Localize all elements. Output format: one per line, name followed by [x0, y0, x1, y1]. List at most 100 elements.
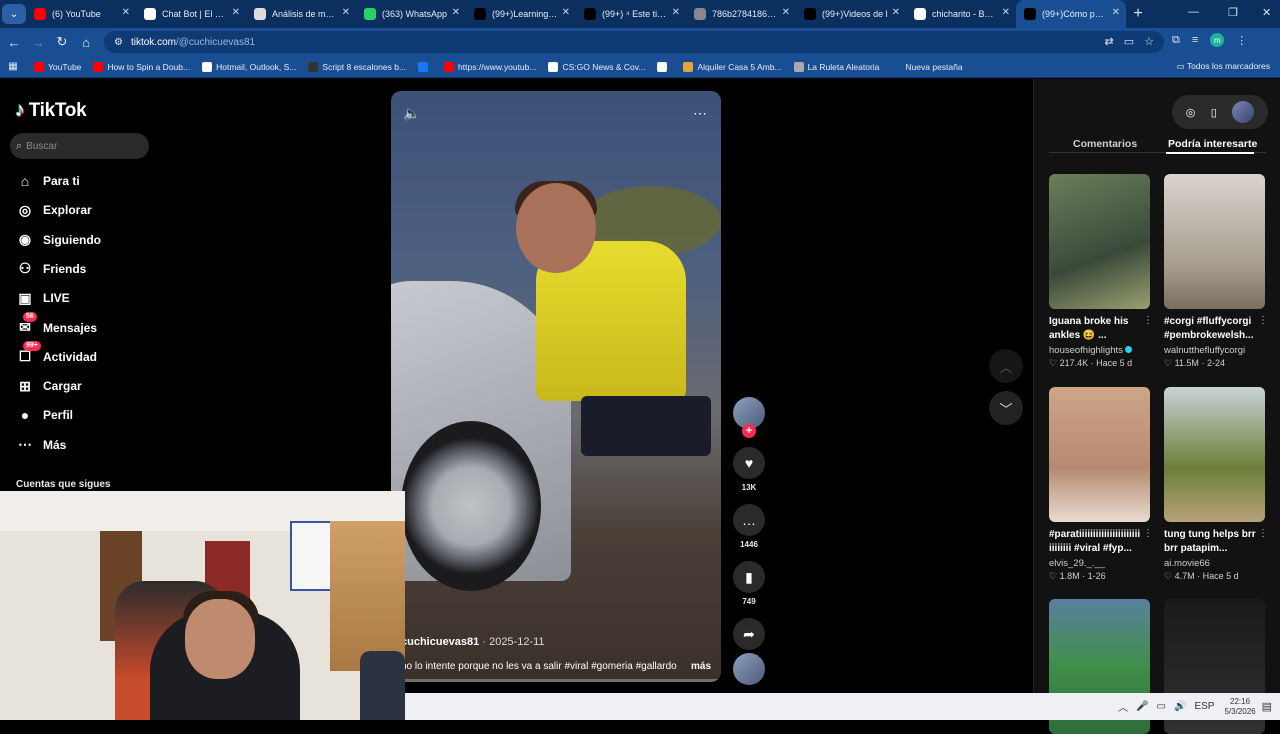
browser-tab[interactable]: Análisis de métric ✕ — [246, 0, 356, 28]
tab-close-icon[interactable]: ✕ — [1112, 7, 1120, 18]
scroll-up-button[interactable]: ︿ — [989, 349, 1023, 383]
tab-close-icon[interactable]: ✕ — [122, 7, 130, 18]
creator-avatar[interactable]: + — [733, 397, 765, 438]
cast-icon[interactable]: ▭ — [1124, 35, 1134, 48]
bookmark-icon[interactable]: ▮ — [733, 561, 765, 593]
nav-item-following-avatar[interactable]: ◉ Siguiendo — [16, 228, 101, 252]
browser-tab[interactable]: (99+)Learning to ✕ — [466, 0, 576, 28]
reload-icon[interactable]: ↻ — [50, 34, 74, 50]
suggested-video-card[interactable]: Iguana broke his ankles 😆 ... ⋮ houseofhig… — [1049, 174, 1153, 369]
tab-close-icon[interactable]: ✕ — [672, 7, 680, 18]
follow-plus-icon[interactable]: + — [742, 424, 756, 438]
media-icon[interactable]: ≡ — [1192, 34, 1198, 46]
bookmark-item[interactable] — [418, 61, 432, 72]
like-action[interactable]: ♥ 13K — [733, 447, 765, 492]
site-info-icon[interactable]: ⚙ — [114, 37, 123, 48]
bookmark-item[interactable] — [657, 61, 671, 72]
card-title[interactable]: #corgi #fluffycorgi #pembrokewelsh... — [1164, 315, 1265, 343]
bookmark-item[interactable]: How to Spin a Doub... — [93, 61, 190, 72]
browser-tab[interactable]: (99+)Cómo parch ✕ — [1016, 0, 1126, 28]
video-progress-bar[interactable] — [391, 679, 721, 682]
address-bar[interactable]: ⚙ tiktok.com/@cuchicuevas81 ⇄ ▭ ☆ — [104, 31, 1164, 53]
tray-chevron-icon[interactable]: ︿ — [1118, 699, 1128, 714]
video-player[interactable]: 🔈 ⋯ cuchicuevas81 · 2025-12-11 no lo int… — [391, 91, 721, 682]
nav-item-home[interactable]: ⌂ Para ti — [16, 169, 80, 193]
coin-icon[interactable]: ◎ — [1186, 106, 1196, 119]
more-link[interactable]: más — [691, 661, 711, 672]
tab-search-icon[interactable]: ⌄ — [2, 4, 26, 24]
bookmark-item[interactable]: Nueva pestaña — [891, 61, 963, 72]
maximize-icon[interactable]: ❐ — [1228, 6, 1238, 19]
minimize-icon[interactable]: — — [1188, 6, 1199, 18]
tab-close-icon[interactable]: ✕ — [1002, 7, 1010, 18]
mic-icon[interactable]: 🎤 — [1136, 701, 1148, 712]
browser-tab[interactable]: chicharito - Busca ✕ — [906, 0, 1016, 28]
notification-icon[interactable]: ▤ — [1262, 700, 1272, 713]
bookmark-item[interactable]: Alquiler Casa 5 Amb... — [683, 61, 782, 72]
suggested-video-card[interactable]: #paratiiiiiiiiiiiiiiiiiiiiii iiiiiiii #v… — [1049, 387, 1153, 582]
tiktok-logo[interactable]: ♪ TikTok — [15, 99, 87, 122]
apps-grid-icon[interactable]: ▦ — [0, 61, 26, 72]
video-thumbnail[interactable] — [1164, 174, 1265, 309]
video-thumbnail[interactable] — [1049, 174, 1150, 309]
language-indicator[interactable]: ESP — [1194, 701, 1214, 712]
card-author[interactable]: walnutthefluffycorgi — [1164, 345, 1265, 356]
browser-menu-icon[interactable]: ⋮ — [1236, 34, 1247, 47]
nav-item-compass[interactable]: ◎ Explorar — [16, 198, 92, 222]
comment-icon[interactable]: … — [733, 504, 765, 536]
bookmark-item[interactable]: La Ruleta Aleatoria — [793, 61, 879, 72]
scroll-down-button[interactable]: ﹀ — [989, 391, 1023, 425]
tab-suggested[interactable]: Podría interesarte — [1168, 138, 1257, 150]
browser-tab[interactable]: (99+)Videos de l ✕ — [796, 0, 906, 28]
nav-item-messages[interactable]: ✉ 56 Mensajes — [16, 312, 97, 340]
music-disc-avatar[interactable] — [733, 653, 765, 685]
nav-item-profile[interactable]: ● Perfil — [16, 403, 73, 427]
nav-item-more[interactable]: ⋯ Más — [16, 433, 66, 457]
bookmark-item[interactable]: Script 8 escalones b... — [308, 61, 406, 72]
card-more-icon[interactable]: ⋮ — [1143, 528, 1153, 539]
video-thumbnail[interactable] — [1049, 387, 1150, 522]
tab-close-icon[interactable]: ✕ — [232, 7, 240, 18]
nav-item-live[interactable]: ▣ LIVE — [16, 286, 69, 310]
extensions-icon[interactable]: ⧉ — [1172, 34, 1180, 47]
browser-tab[interactable]: Chat Bot | El mejor ✕ — [136, 0, 246, 28]
browser-tab[interactable]: (99+) ⁴ Este tiktok ✕ — [576, 0, 686, 28]
tab-close-icon[interactable]: ✕ — [892, 7, 900, 18]
profile-avatar[interactable]: m — [1210, 33, 1225, 47]
card-title[interactable]: #paratiiiiiiiiiiiiiiiiiiiiii iiiiiiii #v… — [1049, 528, 1150, 556]
video-username[interactable]: cuchicuevas81 — [401, 636, 479, 648]
tab-close-icon[interactable]: ✕ — [562, 7, 570, 18]
card-author[interactable]: elvis_29._.__ — [1049, 558, 1150, 569]
browser-tab[interactable]: (363) WhatsApp ✕ — [356, 0, 466, 28]
bookmark-star-icon[interactable]: ☆ — [1144, 35, 1154, 48]
bookmark-item[interactable]: CS:GO News & Cov... — [548, 61, 645, 72]
card-author[interactable]: houseofhighlights — [1049, 345, 1150, 356]
translate-icon[interactable]: ⇄ — [1105, 35, 1114, 48]
network-icon[interactable]: ▭ — [1157, 701, 1166, 712]
card-more-icon[interactable]: ⋮ — [1258, 528, 1268, 539]
tab-comments[interactable]: Comentarios — [1073, 138, 1137, 150]
user-avatar[interactable] — [1232, 101, 1255, 123]
all-bookmarks[interactable]: ▭ Todos los marcadores — [1177, 61, 1270, 72]
tab-close-icon[interactable]: ✕ — [452, 7, 460, 18]
nav-item-upload[interactable]: ⊞ Cargar — [16, 374, 82, 398]
card-more-icon[interactable]: ⋮ — [1258, 315, 1268, 326]
suggested-video-card[interactable]: tung tung helps brr brr patapim... ⋮ ai.mo… — [1164, 387, 1268, 582]
share-icon[interactable]: ➦ — [733, 618, 765, 650]
tab-close-icon[interactable]: ✕ — [782, 7, 790, 18]
speaker-icon[interactable]: 🔊 — [1174, 701, 1186, 712]
browser-tab[interactable]: 786b2784186f11 ✕ — [686, 0, 796, 28]
search-input[interactable]: ⌕ Buscar — [10, 133, 149, 159]
nav-item-activity[interactable]: ☐ 99+ Actividad — [16, 341, 97, 369]
card-title[interactable]: Iguana broke his ankles 😆 ... — [1049, 315, 1150, 343]
bookmark-item[interactable]: YouTube — [34, 61, 81, 72]
browser-tab[interactable]: (6) YouTube ✕ — [26, 0, 136, 28]
tab-close-icon[interactable]: ✕ — [342, 7, 350, 18]
card-author[interactable]: ai.movie66 — [1164, 558, 1265, 569]
save-action[interactable]: ▮ 749 — [733, 561, 765, 606]
close-window-icon[interactable]: ✕ — [1262, 6, 1271, 19]
suggested-video-card[interactable]: #corgi #fluffycorgi #pembrokewelsh... ⋮ wa… — [1164, 174, 1268, 369]
bookmark-item[interactable]: https://www.youtub... — [444, 61, 536, 72]
home-browser-icon[interactable]: ⌂ — [74, 35, 98, 50]
device-icon[interactable]: ▯ — [1211, 106, 1217, 119]
